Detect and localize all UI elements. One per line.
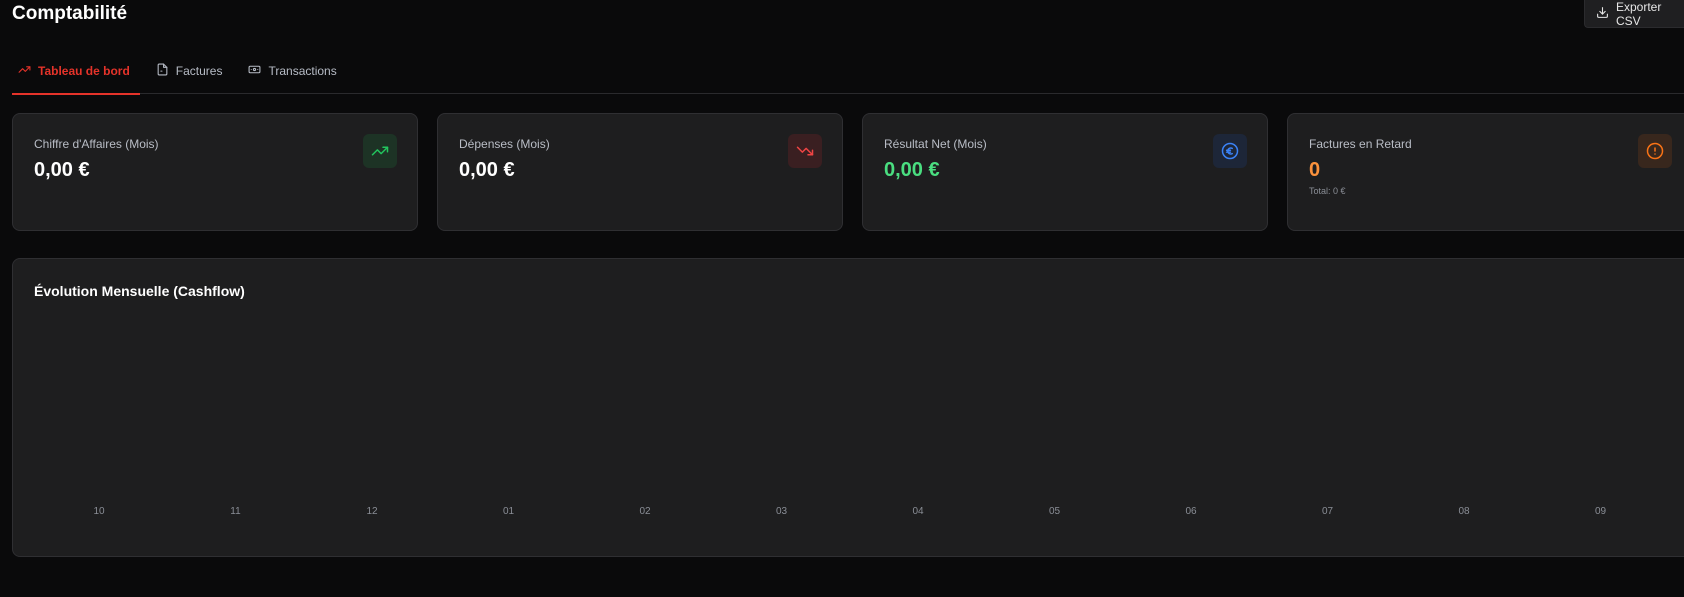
card-value: 0,00 €: [884, 159, 940, 181]
x-tick-label: 01: [503, 506, 515, 517]
trending-up-icon: [18, 63, 31, 79]
export-csv-label: Exporter CSV: [1616, 0, 1662, 28]
x-tick-label: 04: [912, 506, 924, 517]
card-value: 0,00 €: [459, 159, 515, 181]
x-tick-label: 12: [366, 506, 378, 517]
x-tick-label: 09: [1595, 506, 1607, 517]
x-tick-label: 08: [1458, 506, 1470, 517]
card-label: Résultat Net (Mois): [884, 137, 987, 151]
cashflow-chart: 10 11 12 01 02 03 04 05 06 07 08 09: [93, 506, 1607, 517]
cashflow-chart-panel: Évolution Mensuelle (Cashflow) 10 11 12 01 0…: [12, 258, 1684, 557]
download-icon: [1596, 6, 1609, 22]
tab-transactions[interactable]: Transactions: [242, 54, 356, 94]
trending-down-icon: [788, 134, 822, 168]
tab-label: Factures: [175, 64, 223, 78]
card-label: Factures en Retard: [1309, 137, 1412, 151]
x-tick-label: 05: [1049, 506, 1061, 517]
x-tick-label: 07: [1322, 506, 1334, 517]
tab-invoices[interactable]: Factures: [150, 54, 243, 94]
tab-label: Tableau de bord: [38, 64, 130, 78]
overdue-invoices-card: Factures en Retard 0 Total: 0 €: [1287, 113, 1684, 231]
card-subtext: Total: 0 €: [1309, 186, 1346, 196]
card-label: Chiffre d'Affaires (Mois): [34, 137, 159, 151]
export-csv-button[interactable]: Exporter CSV: [1584, 0, 1684, 28]
x-tick-label: 06: [1185, 506, 1197, 517]
file-icon: [156, 63, 169, 79]
net-result-card: Résultat Net (Mois) 0,00 €: [862, 113, 1268, 231]
accounting-page: Comptabilité Exporter CSV Tableau de bor…: [0, 0, 1684, 597]
revenue-card: Chiffre d'Affaires (Mois) 0,00 €: [12, 113, 418, 231]
page-title: Comptabilité: [12, 3, 128, 24]
card-value: 0,00 €: [34, 159, 90, 181]
tab-dashboard[interactable]: Tableau de bord: [12, 54, 150, 95]
expenses-card: Dépenses (Mois) 0,00 €: [437, 113, 843, 231]
card-label: Dépenses (Mois): [459, 137, 550, 151]
x-tick-label: 02: [639, 506, 651, 517]
x-tick-label: 03: [776, 506, 788, 517]
banknote-icon: [248, 63, 261, 79]
alert-circle-icon: [1638, 134, 1672, 168]
x-tick-label: 11: [230, 506, 241, 517]
trending-up-icon: [363, 134, 397, 168]
tab-label: Transactions: [268, 64, 337, 78]
euro-icon: [1213, 134, 1247, 168]
card-value: 0: [1309, 159, 1321, 181]
x-tick-label: 10: [93, 506, 105, 517]
tab-bar: Tableau de bord Factures Transactions: [12, 54, 1684, 95]
